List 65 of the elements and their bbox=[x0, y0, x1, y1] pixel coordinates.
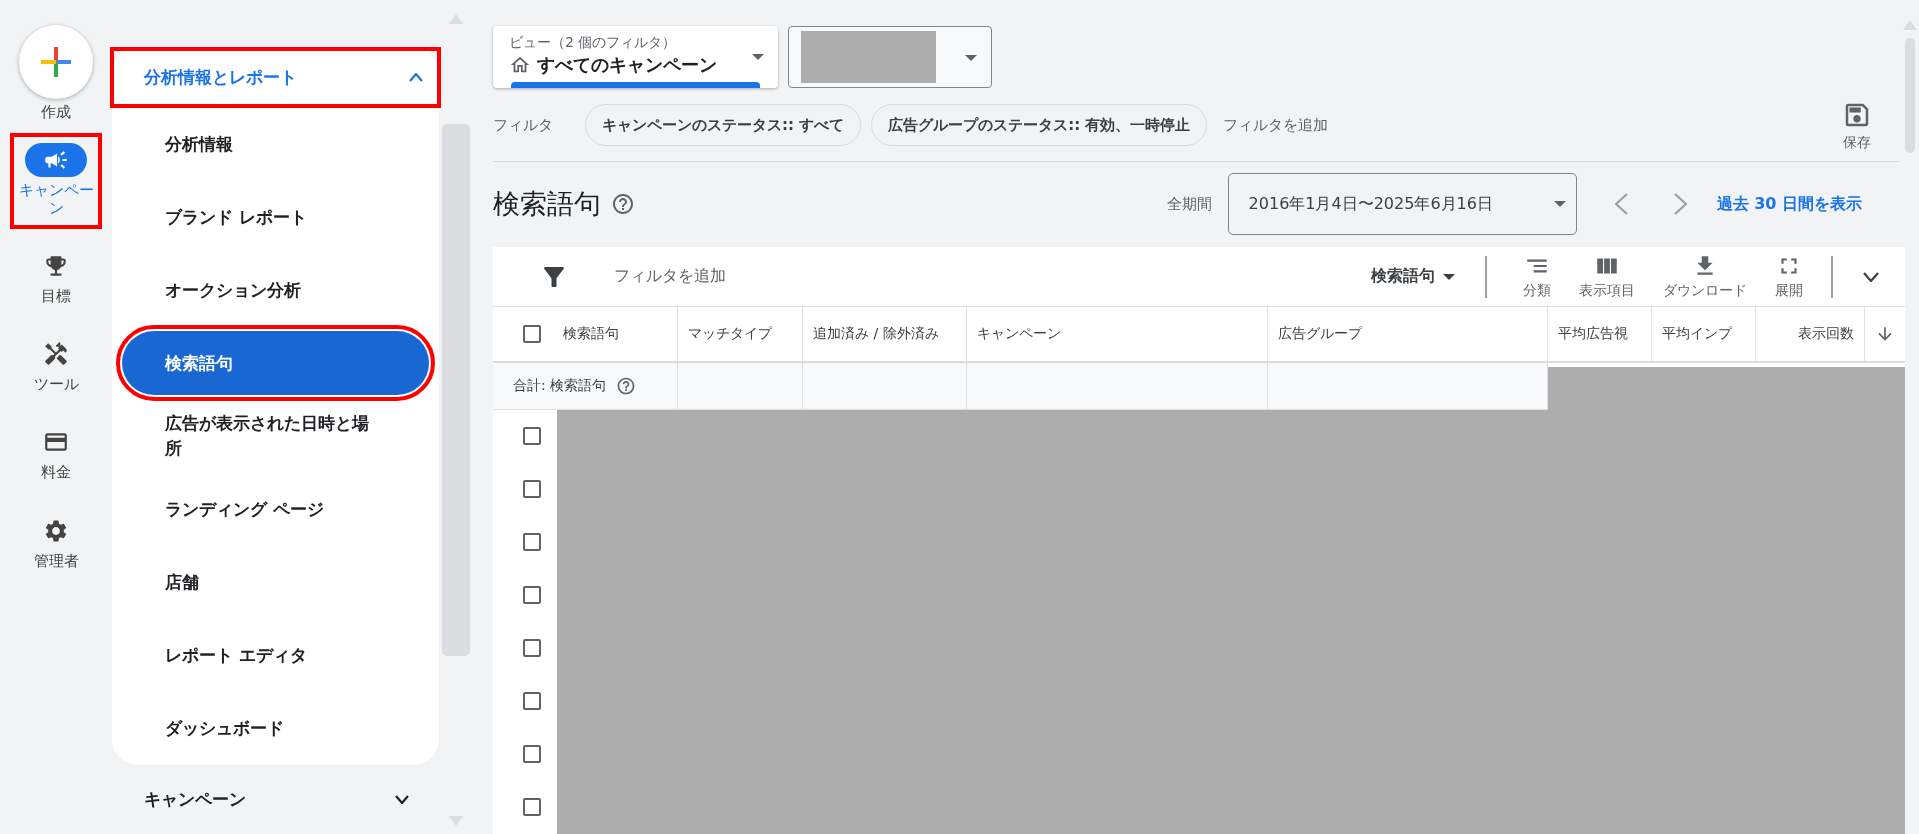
create-button[interactable] bbox=[19, 25, 93, 99]
chevron-down-icon bbox=[1863, 271, 1879, 282]
nav-item[interactable]: 店舗 bbox=[122, 550, 429, 614]
chevron-right-icon bbox=[1673, 193, 1687, 215]
row-checkbox[interactable] bbox=[523, 745, 541, 764]
chevron-left-icon bbox=[1614, 193, 1628, 215]
account-selector[interactable] bbox=[788, 26, 992, 88]
rail-item[interactable]: ツール bbox=[14, 331, 98, 402]
help-icon[interactable] bbox=[616, 376, 637, 397]
filter-chip[interactable]: 広告グループのステータス:: 有効、一時停止 bbox=[871, 104, 1208, 146]
nav-item[interactable]: ダッシュボード bbox=[122, 696, 429, 760]
row-checkbox[interactable] bbox=[523, 427, 541, 446]
segment-dropdown[interactable]: 検索語句 bbox=[1371, 266, 1455, 288]
dropdown-arrow-icon bbox=[752, 54, 764, 60]
filter-chip[interactable]: キャンペーンのステータス:: すべて bbox=[585, 104, 862, 146]
rail-item[interactable]: 管理者 bbox=[14, 507, 98, 578]
chevron-down-icon bbox=[395, 795, 409, 804]
create-label: 作成 bbox=[41, 104, 71, 122]
save-button[interactable]: 保存 bbox=[1842, 100, 1872, 152]
column-header[interactable]: 表示回数 bbox=[1756, 307, 1865, 362]
nav-item[interactable]: ランディング ページ bbox=[122, 477, 429, 541]
nav-item[interactable]: オークション分析 bbox=[122, 258, 429, 322]
page-title: 検索語句 bbox=[493, 187, 601, 221]
dropdown-arrow-icon bbox=[1443, 273, 1455, 280]
column-header[interactable]: 追加済み / 除外済み bbox=[803, 307, 967, 362]
toolbar-action[interactable]: 表示項目 bbox=[1565, 253, 1649, 301]
row-checkbox[interactable] bbox=[523, 533, 541, 552]
rail-item[interactable]: キャンペーン bbox=[14, 137, 98, 225]
tools-icon bbox=[43, 341, 69, 367]
plus-icon bbox=[41, 47, 71, 77]
nav-item[interactable]: 分析情報 bbox=[122, 112, 429, 176]
column-header[interactable]: 検索語句 bbox=[563, 325, 619, 344]
toolbar-action[interactable]: ダウンロード bbox=[1649, 253, 1761, 301]
rail-item[interactable]: 料金 bbox=[14, 419, 98, 490]
column-header[interactable]: 広告グループ bbox=[1268, 307, 1548, 362]
nav-section-header[interactable]: 分析情報とレポート bbox=[110, 47, 441, 108]
help-icon[interactable] bbox=[611, 192, 635, 216]
date-range-picker[interactable]: 2016年1月4日〜2025年6月16日 bbox=[1227, 173, 1577, 235]
column-header[interactable]: 平均インプ bbox=[1652, 307, 1756, 362]
row-checkbox[interactable] bbox=[523, 692, 541, 711]
column-header[interactable]: マッチタイプ bbox=[678, 307, 803, 362]
dropdown-arrow-icon bbox=[1553, 201, 1566, 207]
column-header[interactable]: キャンペーン bbox=[967, 307, 1268, 362]
total-label: 合計: 検索語句 bbox=[513, 377, 607, 396]
nav-item[interactable]: 広告が表示された日時と場所 bbox=[122, 404, 429, 468]
period-label: 全期間 bbox=[1166, 194, 1212, 214]
row-checkbox[interactable] bbox=[523, 639, 541, 658]
toolbar-action[interactable]: 分類 bbox=[1509, 253, 1565, 301]
last-30-days-link[interactable]: 過去 30 日間を表示 bbox=[1716, 193, 1862, 215]
add-filter-link[interactable]: フィルタを追加 bbox=[1217, 115, 1335, 135]
toolbar-action[interactable]: 展開 bbox=[1761, 253, 1817, 301]
row-checkbox[interactable] bbox=[523, 586, 541, 605]
column-header[interactable]: 平均広告視 bbox=[1548, 307, 1652, 362]
row-checkbox[interactable] bbox=[523, 798, 541, 817]
select-all-checkbox[interactable] bbox=[523, 325, 541, 344]
view-selector[interactable]: ビュー（2 個のフィルタ） すべてのキャンペーン bbox=[493, 26, 778, 88]
chevron-up-icon bbox=[409, 73, 423, 82]
nav-item[interactable]: ブランド レポート bbox=[122, 185, 429, 249]
dropdown-arrow-icon bbox=[965, 55, 977, 61]
nav-item[interactable]: レポート エディタ bbox=[122, 623, 429, 687]
rail-item[interactable]: 目標 bbox=[14, 242, 98, 313]
row-checkbox[interactable] bbox=[523, 480, 541, 499]
filter-label: フィルタ bbox=[493, 115, 553, 135]
add-filter-button[interactable]: フィルタを追加 bbox=[614, 266, 726, 288]
nav-section-header[interactable]: キャンペーン bbox=[112, 765, 439, 834]
